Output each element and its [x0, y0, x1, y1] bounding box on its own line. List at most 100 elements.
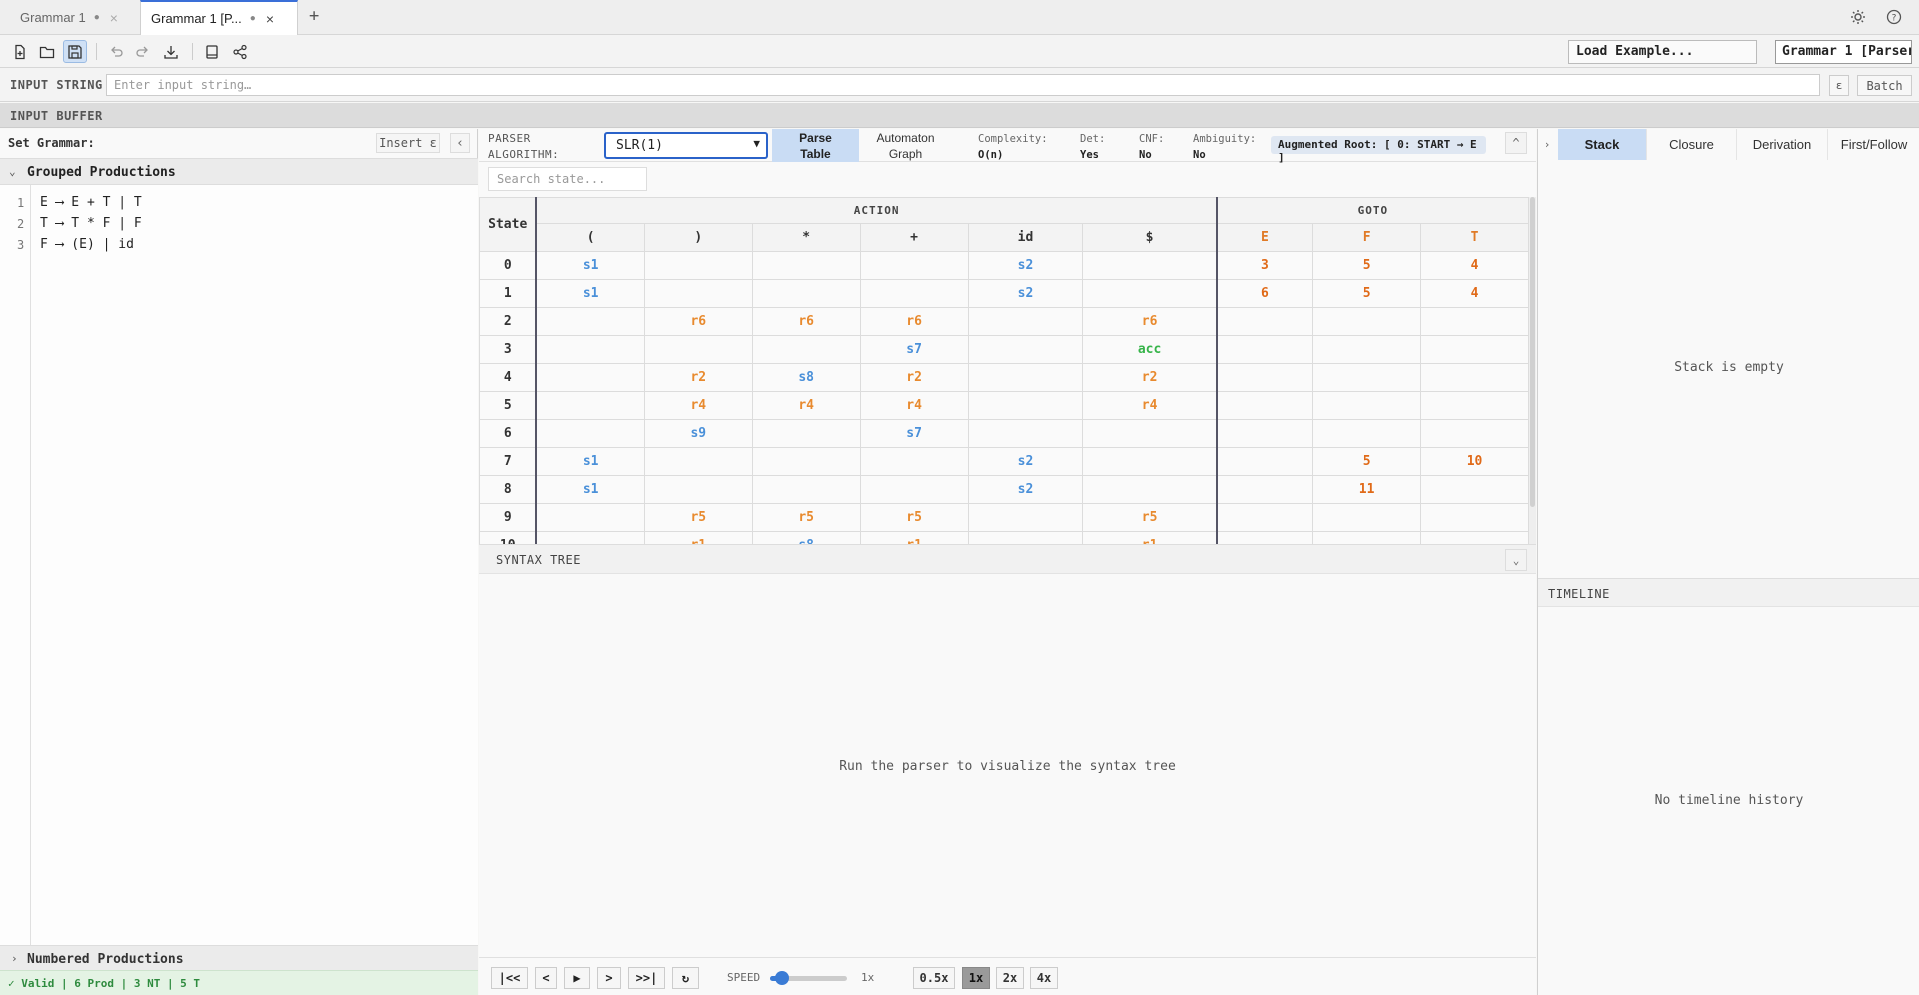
scrollbar-thumb[interactable] [1530, 197, 1535, 507]
action-cell [967, 307, 1084, 336]
last-step-button[interactable]: >>| [628, 967, 665, 989]
parse-table-container[interactable]: State ACTION GOTO () * + id $ E F T 0 s1 s2 3 5 4 1 s1… [479, 197, 1529, 544]
tab-grammar-1[interactable]: Grammar 1 ● × [10, 0, 130, 35]
parser-algorithm-select[interactable]: SLR(1) ▼ [604, 132, 768, 159]
speed-2x-button[interactable]: 2x [996, 967, 1024, 989]
close-tab-icon[interactable]: × [266, 11, 274, 27]
tab-closure[interactable]: Closure [1647, 129, 1737, 160]
action-cell [751, 279, 861, 308]
state-cell: 10 [479, 531, 537, 544]
table-row[interactable]: 8 s1 s2 11 [479, 475, 1529, 504]
speed-slider[interactable] [770, 971, 847, 985]
line-gutter: 1 2 3 [0, 185, 31, 945]
save-icon[interactable] [63, 40, 87, 63]
action-cell: s1 [535, 447, 645, 476]
augmented-root-badge: Augmented Root: [ 0: START → E ] [1271, 136, 1486, 164]
speed-1x-button[interactable]: 1x [962, 967, 990, 989]
grammar-editor[interactable]: 1 2 3 E ⟶ E + T | T T ⟶ T * F | F F ⟶ (E… [0, 185, 478, 945]
add-tab-button[interactable]: + [309, 6, 319, 26]
share-icon[interactable] [228, 40, 252, 63]
table-row[interactable]: 3 s7 acc [479, 335, 1529, 364]
table-row[interactable]: 6 s9 s7 [479, 419, 1529, 448]
first-step-button[interactable]: |<< [491, 967, 528, 989]
table-row[interactable]: 0 s1 s2 3 5 4 [479, 251, 1529, 280]
theme-toggle-icon[interactable] [1850, 9, 1866, 29]
new-file-icon[interactable] [8, 40, 32, 63]
goto-cell: 5 [1312, 279, 1422, 308]
goto-cell [1420, 419, 1529, 448]
action-cell: r2 [859, 363, 969, 392]
speed-0-5x-button[interactable]: 0.5x [913, 967, 955, 989]
goto-column-header: E [1215, 223, 1314, 252]
close-tab-icon[interactable]: × [110, 10, 118, 26]
help-icon[interactable]: ? [1886, 9, 1902, 29]
goto-column-header: T [1420, 223, 1529, 252]
speed-4x-button[interactable]: 4x [1030, 967, 1058, 989]
table-row[interactable]: 5 r4 r4 r4 r4 [479, 391, 1529, 420]
goto-cell [1215, 307, 1314, 336]
action-column-header: ( [535, 223, 645, 252]
prev-step-button[interactable]: < [535, 967, 557, 989]
goto-cell [1215, 363, 1314, 392]
grouped-productions-header[interactable]: ⌄ Grouped Productions [0, 158, 478, 185]
collapse-tree-button[interactable]: ⌄ [1505, 549, 1527, 571]
book-icon[interactable] [200, 40, 224, 63]
input-buffer-bar: INPUT BUFFER [0, 103, 1919, 128]
goto-cell [1420, 503, 1529, 532]
open-folder-icon[interactable] [35, 40, 59, 63]
table-row[interactable]: 7 s1 s2 5 10 [479, 447, 1529, 476]
action-cell [751, 419, 861, 448]
table-row[interactable]: 9 r5 r5 r5 r5 [479, 503, 1529, 532]
collapse-right-button[interactable]: › [1540, 129, 1554, 160]
tab-derivation[interactable]: Derivation [1737, 129, 1828, 160]
code-line: F ⟶ (E) | id [40, 237, 134, 252]
next-step-button[interactable]: > [597, 967, 621, 989]
input-string-field[interactable] [106, 74, 1820, 96]
table-row[interactable]: 1 s1 s2 6 5 4 [479, 279, 1529, 308]
goto-cell [1312, 335, 1422, 364]
action-cell [1082, 279, 1218, 308]
tab-grammar-1-parser[interactable]: Grammar 1 [P... ● × [140, 0, 298, 35]
algo-label-line: PARSER [488, 132, 531, 145]
download-icon[interactable] [159, 40, 183, 63]
batch-button[interactable]: Batch [1857, 75, 1912, 96]
grammar-select[interactable]: Grammar 1 [Parser] [1775, 40, 1912, 64]
tab-label-line: Table [800, 147, 831, 161]
collapse-header-button[interactable]: ^ [1505, 132, 1527, 154]
action-cell [967, 335, 1084, 364]
numbered-productions-header[interactable]: › Numbered Productions [0, 945, 478, 970]
table-row[interactable]: 4 r2 s8 r2 r2 [479, 363, 1529, 392]
table-row[interactable]: 10r1s8r1r1 [479, 531, 1529, 544]
action-cell [535, 307, 645, 336]
tab-first-follow[interactable]: First/Follow [1828, 129, 1919, 160]
table-scrollbar[interactable] [1529, 197, 1536, 544]
timeline-header: TIMELINE [1538, 578, 1919, 607]
undo-icon[interactable] [104, 40, 128, 63]
redo-icon[interactable] [131, 40, 155, 63]
load-example-select[interactable]: Load Example... [1568, 40, 1757, 64]
action-cell [859, 279, 969, 308]
action-cell: s2 [967, 279, 1084, 308]
table-row[interactable]: 2 r6 r6 r6 r6 [479, 307, 1529, 336]
goto-cell [1420, 531, 1529, 544]
tab-automaton-graph[interactable]: Automaton Graph [862, 129, 949, 162]
algo-selected-value: SLR(1) [616, 138, 663, 153]
action-cell: r5 [643, 503, 753, 532]
tab-parse-table[interactable]: Parse Table [772, 129, 859, 162]
insert-epsilon-button[interactable]: Insert ε [376, 133, 440, 153]
action-cell: s2 [967, 251, 1084, 280]
action-cell [643, 251, 753, 280]
insert-epsilon-button[interactable]: ε [1829, 75, 1849, 96]
collapse-left-button[interactable]: ‹ [450, 133, 470, 153]
tab-stack[interactable]: Stack [1558, 129, 1647, 160]
reset-icon[interactable]: ↻ [672, 967, 699, 989]
play-button[interactable]: ▶ [564, 967, 590, 989]
inspector-panel: › Stack Closure Derivation First/Follow … [1537, 129, 1919, 995]
numbered-productions-title: Numbered Productions [27, 952, 184, 967]
slider-knob[interactable] [775, 971, 790, 985]
action-cell: r2 [643, 363, 753, 392]
search-state-input[interactable] [488, 167, 647, 191]
action-cell [535, 531, 645, 544]
action-cell: r6 [643, 307, 753, 336]
timeline-empty-message: No timeline history [1654, 793, 1804, 808]
